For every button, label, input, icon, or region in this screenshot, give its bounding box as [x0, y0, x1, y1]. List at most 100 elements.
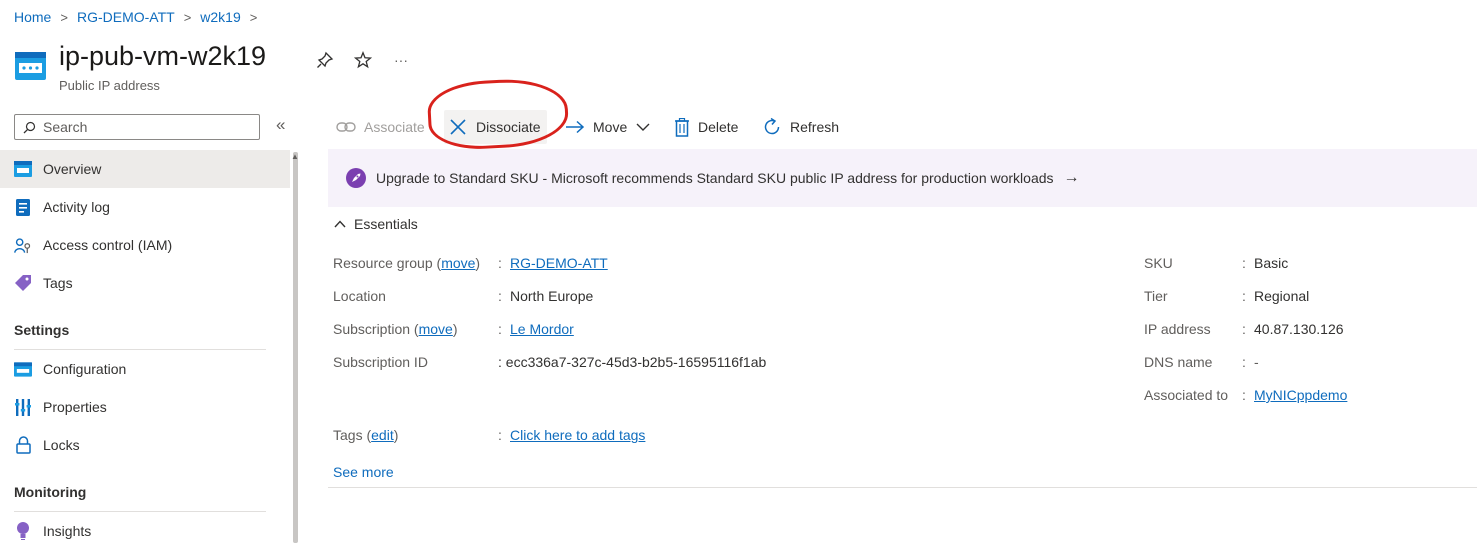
- move-label: Move: [593, 119, 628, 135]
- dns-name-value: -: [1254, 354, 1259, 370]
- refresh-label: Refresh: [790, 119, 840, 135]
- star-icon[interactable]: [351, 48, 375, 72]
- sidebar-item-iam[interactable]: Access control (IAM): [0, 226, 290, 264]
- resource-group-link[interactable]: RG-DEMO-ATT: [510, 255, 608, 271]
- page-title: ip-pub-vm-w2k19: [59, 41, 267, 71]
- sidebar-item-tags[interactable]: Tags: [0, 264, 290, 302]
- resource-group-label: Resource group (move): [333, 255, 481, 271]
- sidebar-item-label: Insights: [43, 523, 92, 539]
- search-icon: [23, 121, 36, 133]
- pin-icon[interactable]: [313, 48, 337, 72]
- dissociate-label: Dissociate: [476, 119, 541, 135]
- sidebar-item-configuration[interactable]: Configuration: [0, 350, 290, 388]
- delete-label: Delete: [698, 119, 739, 135]
- breadcrumb-resource-group[interactable]: RG-DEMO-ATT: [77, 9, 175, 25]
- move-resource-group-link[interactable]: move: [441, 255, 475, 271]
- separator: :: [1242, 321, 1246, 337]
- arrow-right-icon: [566, 120, 585, 134]
- refresh-button[interactable]: Refresh: [762, 110, 839, 144]
- dns-name-label: DNS name: [1144, 354, 1213, 370]
- search-placeholder: Search: [43, 119, 88, 135]
- chevron-down-icon: [636, 123, 650, 131]
- sku-label: SKU: [1144, 255, 1173, 271]
- trash-icon: [675, 117, 689, 137]
- scroll-up-arrow-icon[interactable]: ▲: [291, 152, 299, 161]
- sidebar-item-label: Access control (IAM): [43, 237, 173, 253]
- sidebar-item-properties[interactable]: Properties: [0, 388, 290, 426]
- tags-label: Tags (edit): [333, 427, 399, 443]
- arrow-right-icon: →: [1063, 169, 1080, 186]
- separator: :: [498, 427, 502, 443]
- collapse-sidebar-icon[interactable]: «: [276, 115, 285, 135]
- move-button[interactable]: Move: [565, 110, 650, 144]
- page-subtitle: Public IP address: [59, 78, 160, 93]
- dissociate-button[interactable]: Dissociate: [444, 110, 547, 144]
- ip-address-label: IP address: [1144, 321, 1211, 337]
- banner-text: Upgrade to Standard SKU - Microsoft reco…: [376, 170, 1054, 186]
- move-subscription-link[interactable]: move: [419, 321, 453, 337]
- separator: :: [1242, 288, 1246, 304]
- section-monitoring: Monitoring: [14, 484, 87, 500]
- separator: :: [1242, 255, 1246, 271]
- subscription-label: Subscription (move): [333, 321, 458, 337]
- configuration-icon: [14, 360, 32, 378]
- separator: :: [1242, 387, 1246, 403]
- associated-to-label: Associated to: [1144, 387, 1229, 403]
- associated-nic-link[interactable]: MyNICppdemo: [1254, 387, 1347, 403]
- separator: :: [498, 255, 502, 271]
- more-options-icon[interactable]: ···: [389, 48, 413, 72]
- activity-log-icon: [14, 198, 32, 216]
- essentials-divider: [328, 487, 1477, 488]
- search-input[interactable]: Search: [14, 114, 260, 140]
- sidebar-item-locks[interactable]: Locks: [0, 426, 290, 464]
- ip-address-value: 40.87.130.126: [1254, 321, 1344, 337]
- sidebar-item-label: Locks: [43, 437, 80, 453]
- chevron-right-icon: >: [183, 9, 192, 25]
- sidebar-scrollbar[interactable]: [293, 152, 298, 543]
- rocket-icon: [346, 168, 366, 188]
- lock-icon: [14, 436, 32, 454]
- tag-icon: [14, 274, 32, 292]
- refresh-icon: [764, 117, 780, 135]
- sidebar-item-label: Configuration: [43, 361, 127, 377]
- public-ip-icon: [15, 52, 46, 80]
- associate-button[interactable]: Associate: [336, 110, 425, 144]
- sidebar-item-activity-log[interactable]: Activity log: [0, 188, 290, 226]
- breadcrumb-vm[interactable]: w2k19: [200, 9, 240, 25]
- tier-value: Regional: [1254, 288, 1310, 304]
- delete-button[interactable]: Delete: [674, 110, 738, 144]
- sku-value: Basic: [1254, 255, 1289, 271]
- location-value: North Europe: [510, 288, 594, 304]
- breadcrumb-home[interactable]: Home: [14, 9, 51, 25]
- subscription-id-value: : ecc336a7-327c-45d3-b2b5-16595116f1ab: [498, 354, 767, 370]
- chevron-right-icon: >: [60, 9, 68, 25]
- sidebar-item-label: Tags: [43, 275, 73, 291]
- essentials-title: Essentials: [354, 216, 418, 232]
- sidebar-item-label: Overview: [43, 161, 102, 177]
- add-tags-link[interactable]: Click here to add tags: [510, 427, 645, 443]
- tier-label: Tier: [1144, 288, 1168, 304]
- subscription-link[interactable]: Le Mordor: [510, 321, 574, 337]
- subscription-id-label: Subscription ID: [333, 354, 428, 370]
- edit-tags-link[interactable]: edit: [371, 427, 394, 443]
- chevron-right-icon: >: [249, 9, 258, 25]
- dismiss-icon: [450, 119, 466, 135]
- sidebar-item-label: Activity log: [43, 199, 110, 215]
- location-label: Location: [333, 288, 386, 304]
- see-more-link[interactable]: See more: [333, 464, 394, 480]
- breadcrumb: Home > RG-DEMO-ATT > w2k19 >: [14, 9, 266, 25]
- overview-icon: [14, 160, 32, 178]
- separator: :: [498, 321, 502, 337]
- separator: :: [498, 288, 502, 304]
- sidebar-item-overview[interactable]: Overview: [0, 150, 290, 188]
- link-icon: [336, 122, 356, 132]
- insights-icon: [14, 522, 32, 540]
- upgrade-sku-banner[interactable]: Upgrade to Standard SKU - Microsoft reco…: [328, 149, 1477, 207]
- section-settings: Settings: [14, 322, 70, 338]
- separator: :: [1242, 354, 1246, 370]
- chevron-up-icon: [334, 220, 346, 228]
- essentials-toggle[interactable]: Essentials: [334, 216, 418, 232]
- sidebar-item-label: Properties: [43, 399, 107, 415]
- sidebar-item-insights[interactable]: Insights: [0, 512, 290, 550]
- iam-icon: [14, 236, 32, 254]
